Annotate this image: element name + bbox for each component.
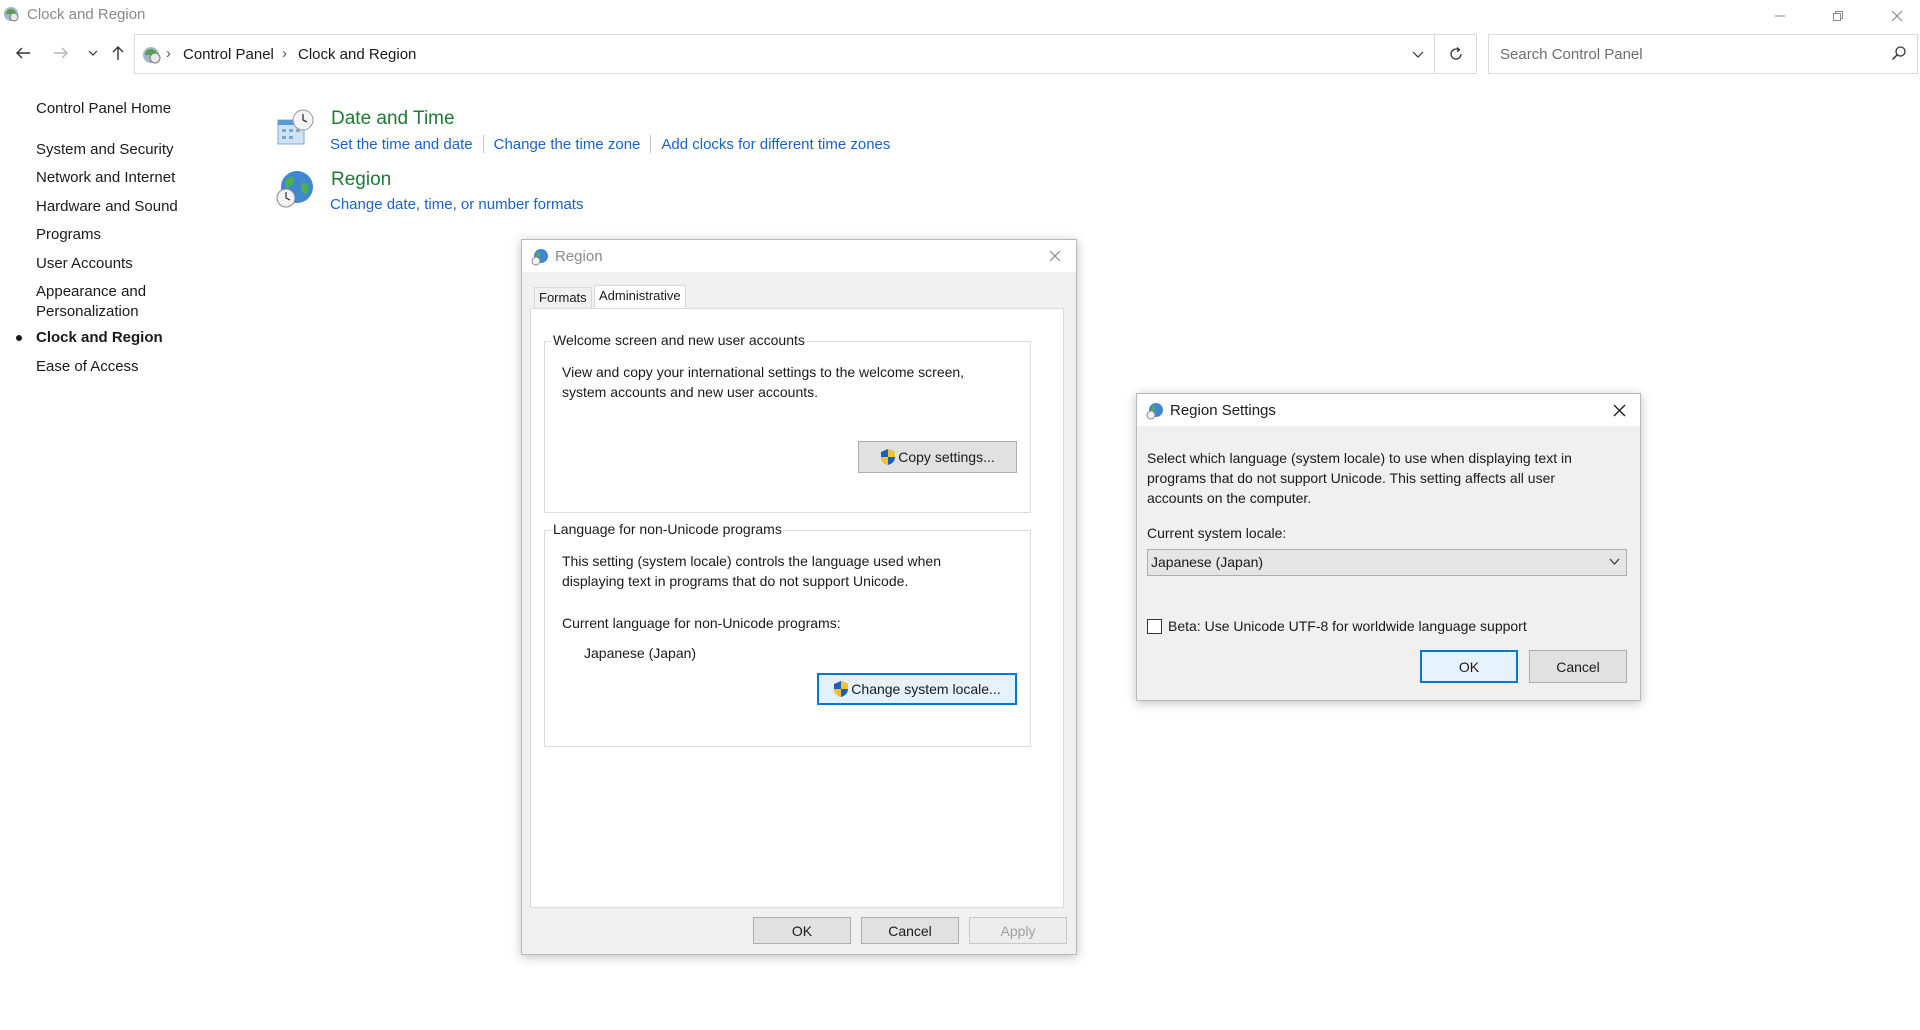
copy-settings-button[interactable]: Copy settings... [858, 441, 1017, 473]
welcome-group-legend: Welcome screen and new user accounts [551, 332, 807, 348]
search-icon[interactable] [1891, 45, 1907, 61]
region-cancel-button[interactable]: Cancel [861, 917, 959, 944]
forward-button[interactable] [50, 42, 72, 64]
region-settings-titlebar[interactable]: Region Settings [1137, 394, 1640, 426]
welcome-screen-group: Welcome screen and new user accounts Vie… [544, 332, 1031, 513]
chevron-right-icon[interactable]: › [282, 45, 287, 62]
link-change-time-zone[interactable]: Change the time zone [494, 136, 641, 153]
refresh-button[interactable] [1435, 34, 1477, 74]
sidebar-item-control-panel-home[interactable]: Control Panel Home [36, 99, 171, 119]
date-time-links: Set the time and date Change the time zon… [330, 135, 890, 153]
current-language-value: Japanese (Japan) [584, 645, 697, 661]
close-icon [1049, 250, 1061, 262]
sidebar-item-hardware-and-sound[interactable]: Hardware and Sound [36, 197, 178, 217]
region-dialog-title: Region [555, 248, 603, 265]
region-settings-title: Region Settings [1170, 402, 1276, 419]
region-settings-description-line1: Select which language (system locale) to… [1147, 450, 1572, 466]
region-apply-button[interactable]: Apply [969, 917, 1067, 944]
non-unicode-group-legend: Language for non-Unicode programs [551, 521, 784, 537]
breadcrumb-control-panel[interactable]: Control Panel [183, 46, 274, 63]
region-links: Change date, time, or number formats [330, 196, 583, 213]
close-icon [1613, 404, 1625, 416]
address-bar[interactable]: › Control Panel › Clock and Region [134, 34, 1435, 74]
region-settings-description-line3: accounts on the computer. [1147, 490, 1312, 506]
control-panel-icon [143, 47, 161, 64]
globe-clock-icon [276, 171, 313, 208]
restore-button[interactable] [1815, 0, 1861, 31]
title-bar: Clock and Region [0, 0, 1920, 31]
link-change-formats[interactable]: Change date, time, or number formats [330, 196, 583, 213]
sidebar-item-ease-of-access[interactable]: Ease of Access [36, 357, 139, 377]
breadcrumb-clock-and-region[interactable]: Clock and Region [298, 46, 416, 63]
minimize-button[interactable] [1757, 0, 1803, 31]
region-dialog-titlebar[interactable]: Region [522, 240, 1076, 272]
region-ok-button[interactable]: OK [753, 917, 851, 944]
back-arrow-icon [16, 47, 30, 59]
chevron-down-icon [1609, 558, 1620, 565]
sidebar-item-clock-and-region[interactable]: Clock and Region [36, 328, 163, 348]
copy-settings-label: Copy settings... [898, 449, 995, 465]
beta-utf8-label[interactable]: Beta: Use Unicode UTF-8 for worldwide la… [1168, 616, 1527, 636]
up-arrow-icon [112, 46, 124, 60]
sidebar-item-appearance-line1[interactable]: Appearance and [36, 282, 146, 302]
restore-icon [1833, 10, 1843, 21]
region-dialog: Region Formats Administrative Welcome sc… [521, 239, 1077, 955]
region-settings-cancel-button[interactable]: Cancel [1529, 650, 1627, 683]
tab-formats[interactable]: Formats [534, 287, 592, 308]
tab-administrative[interactable]: Administrative [594, 285, 686, 309]
control-panel-icon [4, 7, 19, 22]
address-dropdown-button[interactable] [1400, 35, 1434, 73]
clock-calendar-icon [277, 109, 314, 145]
link-add-clocks[interactable]: Add clocks for different time zones [661, 136, 890, 153]
chevron-right-icon[interactable]: › [166, 45, 171, 62]
region-settings-description-line2: programs that do not support Unicode. Th… [1147, 470, 1556, 486]
change-system-locale-button[interactable]: Change system locale... [817, 673, 1017, 705]
recent-locations-button[interactable] [82, 42, 104, 64]
sidebar-item-appearance-line2[interactable]: Personalization [36, 302, 139, 322]
system-locale-value: Japanese (Japan) [1151, 554, 1264, 570]
non-unicode-text-line2: displaying text in programs that do not … [562, 573, 909, 589]
category-title-region[interactable]: Region [331, 169, 391, 191]
link-set-time-and-date[interactable]: Set the time and date [330, 136, 473, 153]
administrative-tab-pane: Welcome screen and new user accounts Vie… [530, 308, 1064, 908]
search-box[interactable] [1488, 34, 1918, 74]
active-bullet-icon [16, 335, 22, 341]
sidebar-item-user-accounts[interactable]: User Accounts [36, 254, 133, 274]
uac-shield-icon [834, 681, 849, 697]
change-system-locale-label: Change system locale... [851, 681, 1001, 697]
minimize-icon [1775, 15, 1785, 16]
link-separator [482, 135, 484, 153]
system-locale-label: Current system locale: [1147, 525, 1287, 541]
close-button[interactable] [1874, 0, 1920, 31]
sidebar-item-programs[interactable]: Programs [36, 225, 101, 245]
region-dialog-close-button[interactable] [1034, 240, 1076, 272]
beta-utf8-checkbox[interactable] [1147, 619, 1162, 634]
non-unicode-text-line1: This setting (system locale) controls th… [562, 553, 941, 569]
category-title-date-and-time[interactable]: Date and Time [331, 108, 455, 130]
sidebar-item-system-and-security[interactable]: System and Security [36, 140, 174, 160]
close-icon [1891, 10, 1903, 21]
up-button[interactable] [107, 42, 129, 64]
uac-shield-icon [881, 449, 896, 465]
welcome-group-text-line2: system accounts and new user accounts. [562, 384, 819, 400]
welcome-group-text-line1: View and copy your international setting… [562, 364, 965, 380]
globe-icon [1146, 403, 1163, 420]
region-settings-close-button[interactable] [1598, 394, 1640, 426]
link-separator [650, 135, 652, 153]
system-locale-select[interactable]: Japanese (Japan) [1147, 549, 1627, 576]
forward-arrow-icon [54, 47, 68, 59]
refresh-icon [1449, 47, 1462, 60]
non-unicode-group: Language for non-Unicode programs This s… [544, 521, 1031, 747]
chevron-down-icon [88, 50, 98, 56]
region-settings-dialog: Region Settings Select which language (s… [1136, 393, 1641, 701]
search-input[interactable] [1498, 43, 1878, 65]
current-language-label: Current language for non-Unicode program… [562, 615, 841, 631]
back-button[interactable] [12, 42, 34, 64]
globe-icon [531, 249, 548, 266]
region-settings-ok-button[interactable]: OK [1420, 650, 1518, 683]
window-title: Clock and Region [27, 6, 146, 23]
sidebar-item-network-and-internet[interactable]: Network and Internet [36, 168, 175, 188]
chevron-down-icon [1412, 51, 1423, 58]
